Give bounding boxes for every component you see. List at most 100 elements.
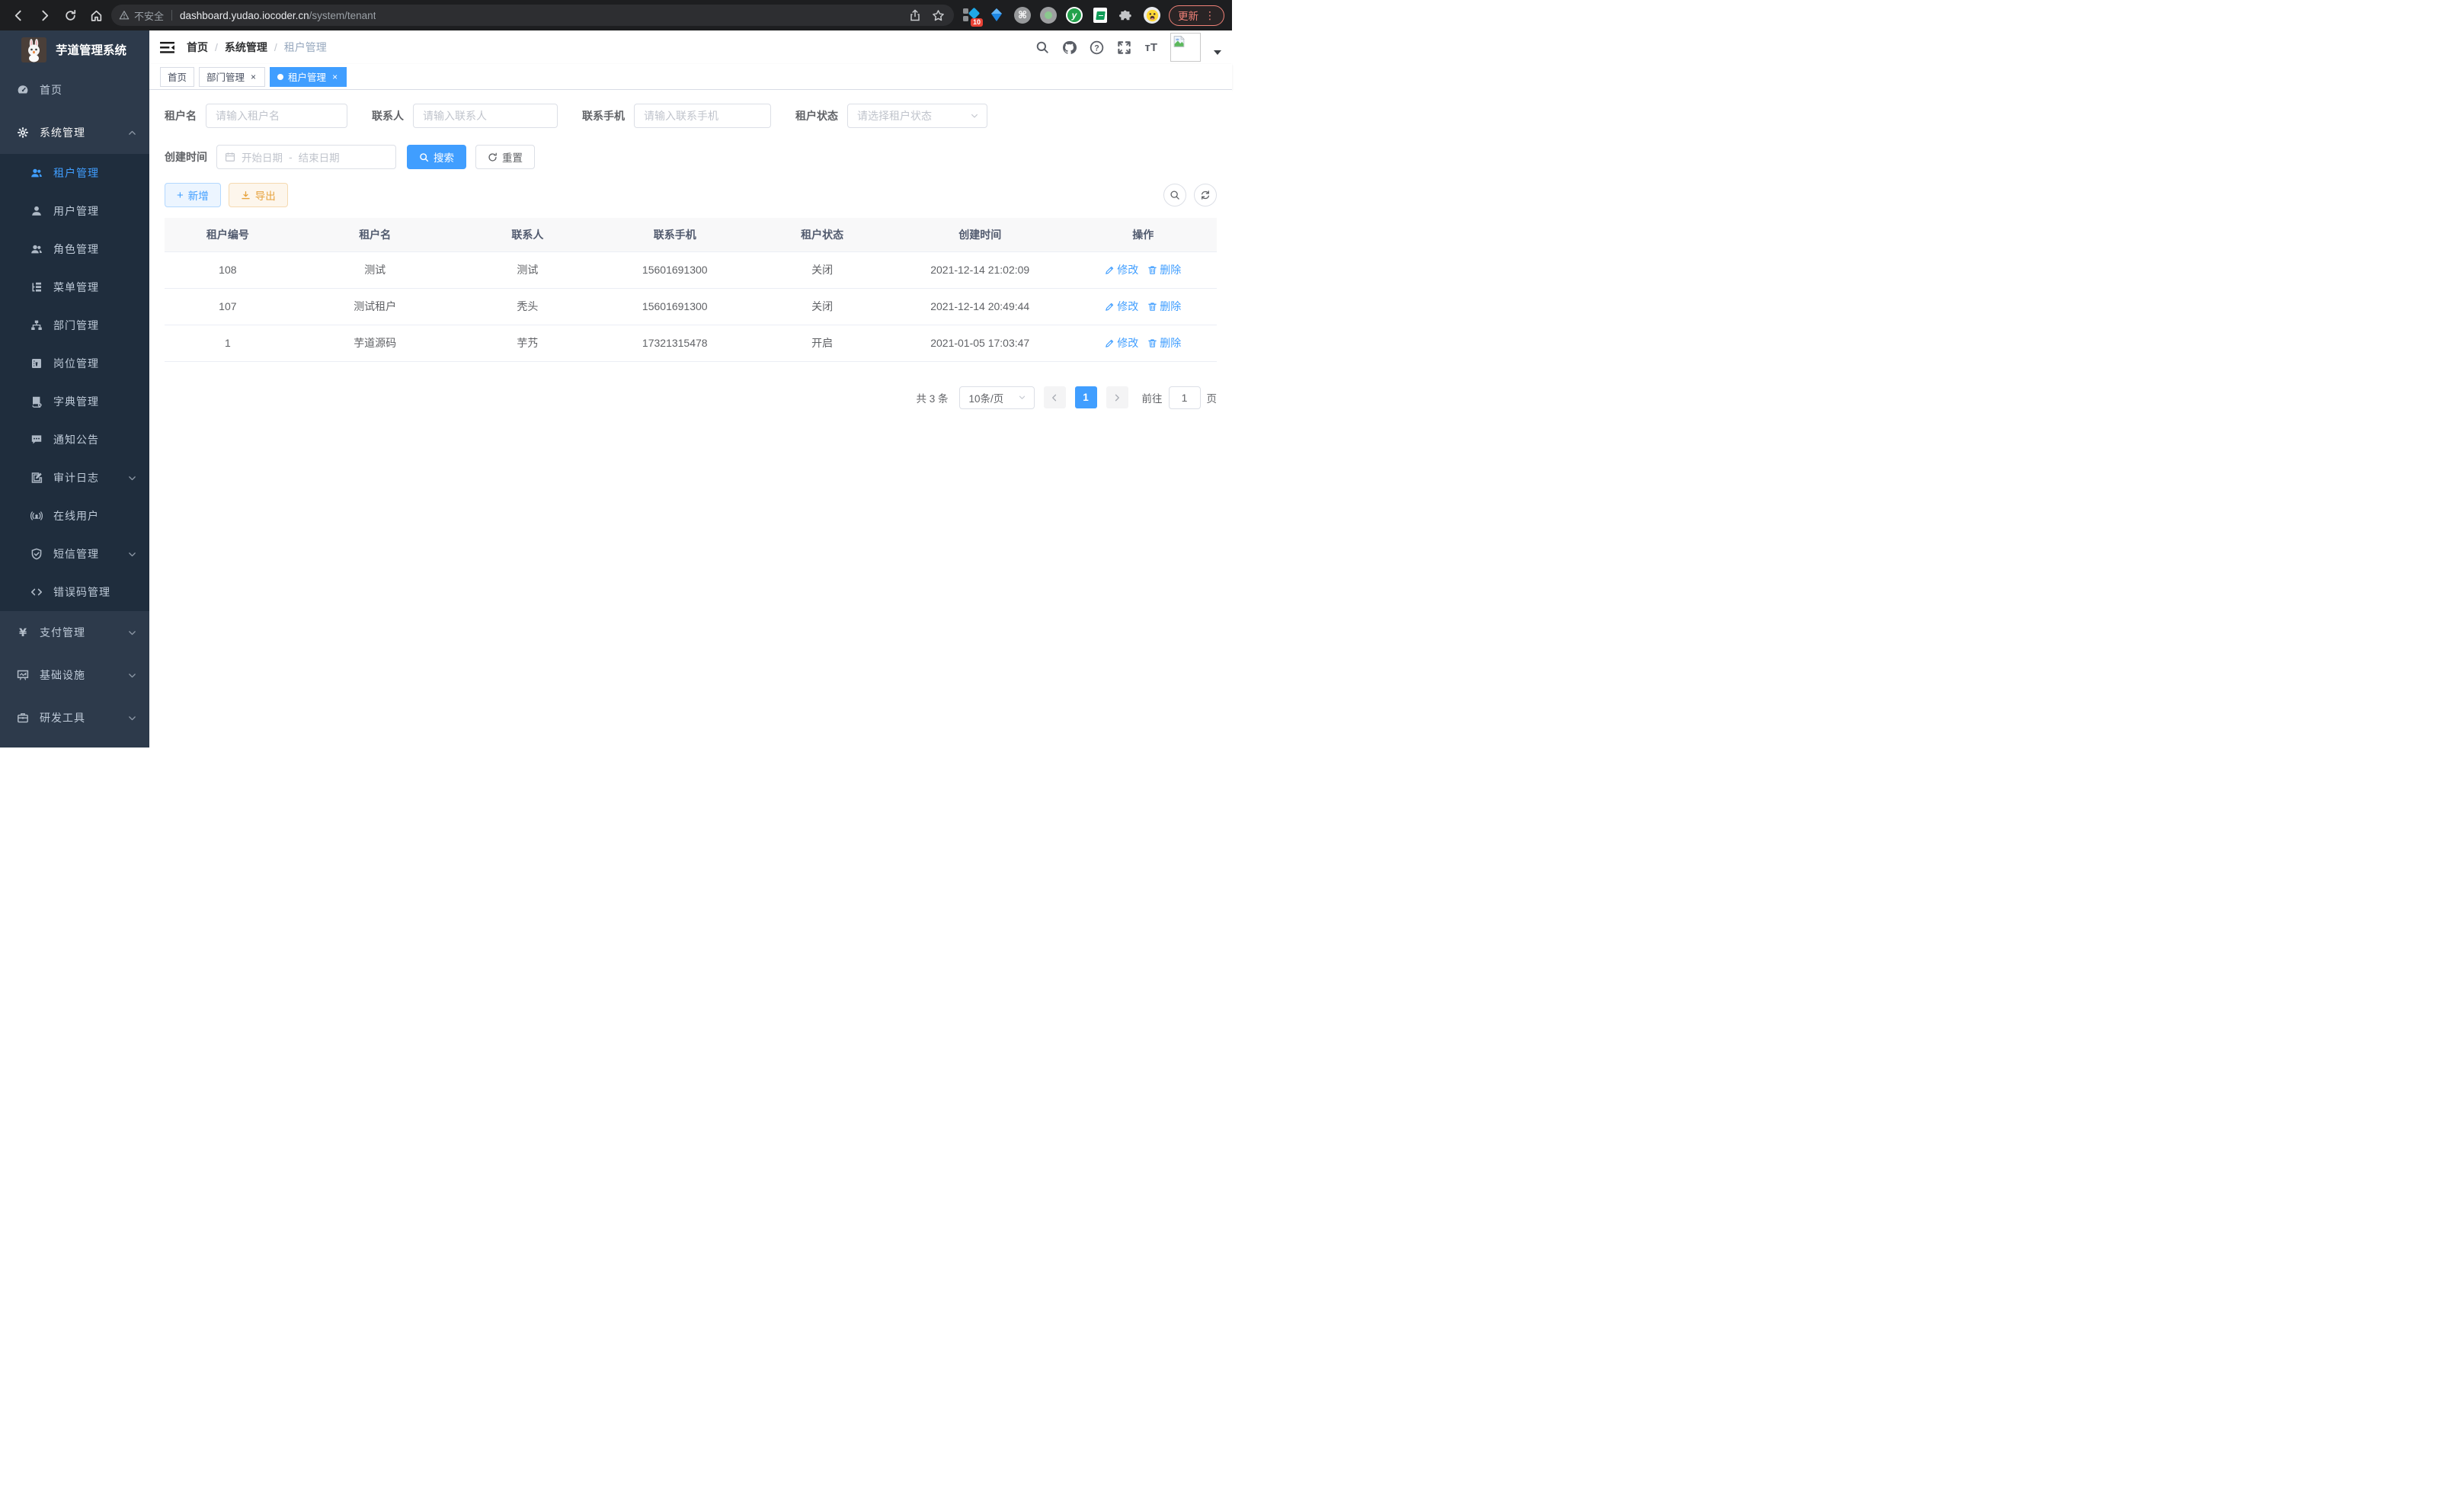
sidebar-item-system-management[interactable]: 系统管理: [0, 111, 149, 154]
table-cell: 关闭: [754, 288, 891, 325]
sidebar-item-infrastructure[interactable]: 基础设施: [0, 654, 149, 696]
sidebar-item-dev-tools[interactable]: 研发工具: [0, 696, 149, 739]
active-tab-dot: [277, 74, 283, 80]
breadcrumb-separator: /: [215, 41, 218, 53]
log-icon: [30, 472, 43, 484]
delete-link[interactable]: 删除: [1147, 262, 1181, 277]
browser-home-button[interactable]: [85, 5, 107, 26]
delete-link[interactable]: 删除: [1147, 335, 1181, 351]
address-bar[interactable]: 不安全 dashboard.yudao.iocoder.cn/system/te…: [111, 5, 954, 26]
page-number-1[interactable]: 1: [1075, 386, 1097, 408]
tenant-name-label: 租户名: [165, 108, 197, 123]
date-range-picker[interactable]: 开始日期 - 结束日期: [216, 145, 396, 169]
tenant-name-input[interactable]: [206, 104, 347, 128]
column-header: 租户编号: [165, 218, 291, 251]
sidebar-item-home[interactable]: 首页: [0, 69, 149, 111]
extension-badge: 10: [971, 18, 983, 27]
delete-link[interactable]: 删除: [1147, 299, 1181, 314]
sidebar-item-notice[interactable]: 通知公告: [0, 421, 149, 459]
breadcrumb-item[interactable]: 首页: [187, 40, 208, 55]
table-cell: 芋艿: [459, 325, 597, 361]
tab-首页[interactable]: 首页: [160, 67, 194, 87]
add-button[interactable]: + 新增: [165, 183, 221, 207]
logo-row[interactable]: 芋道管理系统: [0, 30, 149, 69]
sidebar-item-audit-log[interactable]: 审计日志: [0, 459, 149, 497]
date-separator: -: [289, 151, 293, 163]
browser-update-button[interactable]: 更新 ⋮: [1169, 5, 1224, 26]
sidebar-item-post-management[interactable]: 岗位管理: [0, 344, 149, 383]
app-title: 芋道管理系统: [56, 41, 126, 58]
trash-icon: [1147, 302, 1157, 312]
user-avatar-broken-image[interactable]: [1170, 33, 1201, 62]
sidebar-item-user-management[interactable]: 用户管理: [0, 192, 149, 230]
next-page-button[interactable]: [1106, 386, 1128, 408]
extension-pinned-squares-diamond-icon[interactable]: 10: [962, 6, 980, 24]
user-icon: [30, 205, 43, 217]
tab-部门管理[interactable]: 部门管理×: [199, 67, 265, 87]
contact-input[interactable]: [413, 104, 558, 128]
tab-租户管理[interactable]: 租户管理×: [270, 67, 347, 87]
page-size-select[interactable]: 10条/页: [959, 386, 1035, 409]
sidebar-item-role-management[interactable]: 角色管理: [0, 230, 149, 268]
breadcrumb-item[interactable]: 系统管理: [225, 40, 267, 55]
table-cell: 107: [165, 288, 291, 325]
extension-puzzle-icon[interactable]: [1117, 6, 1135, 24]
sidebar-item-dict-management[interactable]: 字典管理: [0, 383, 149, 421]
column-header: 联系手机: [596, 218, 754, 251]
fullscreen-icon[interactable]: [1117, 40, 1131, 55]
chevron-down-icon: [1018, 393, 1026, 402]
search-icon: [1170, 190, 1180, 200]
search-icon[interactable]: [1035, 40, 1049, 54]
avatar-dropdown-caret-icon[interactable]: [1214, 50, 1221, 55]
refresh-table-button[interactable]: [1194, 184, 1217, 206]
help-icon[interactable]: ?: [1090, 40, 1104, 55]
close-icon[interactable]: ×: [249, 72, 258, 82]
search-button[interactable]: 搜索: [407, 145, 466, 169]
goto-page-input[interactable]: [1169, 386, 1201, 409]
share-icon[interactable]: [909, 9, 921, 21]
browser-back-button[interactable]: [8, 5, 29, 26]
extension-emoji-avatar-icon[interactable]: [1143, 6, 1161, 24]
extension-gray-green-dot-icon[interactable]: [1039, 6, 1058, 24]
svg-text:?: ?: [1095, 43, 1100, 53]
download-icon: [241, 190, 251, 200]
browser-menu-icon[interactable]: ⋮: [1205, 9, 1215, 22]
status-select[interactable]: 请选择租户状态: [847, 104, 987, 128]
edit-link[interactable]: 修改: [1105, 299, 1138, 314]
sidebar-item-error-code-management[interactable]: 错误码管理: [0, 573, 149, 611]
extension-y-circle-icon[interactable]: y: [1065, 6, 1083, 24]
extension-command-icon[interactable]: ⌘: [1013, 6, 1032, 24]
table-cell: 测试租户: [291, 288, 459, 325]
sidebar-item-online-user[interactable]: 在线用户: [0, 497, 149, 535]
edit-link[interactable]: 修改: [1105, 262, 1138, 277]
update-label: 更新: [1178, 8, 1198, 23]
toggle-search-button[interactable]: [1163, 184, 1186, 206]
sidebar-item-pay-management[interactable]: ¥支付管理: [0, 611, 149, 654]
github-icon[interactable]: [1062, 40, 1077, 55]
url-text: dashboard.yudao.iocoder.cn/system/tenant: [180, 10, 376, 21]
close-icon[interactable]: ×: [331, 72, 339, 82]
edit-link[interactable]: 修改: [1105, 335, 1138, 351]
export-button[interactable]: 导出: [229, 183, 288, 207]
sidebar-item-menu-management[interactable]: 菜单管理: [0, 268, 149, 306]
pagination: 共 3 条 10条/页 1 前往 页: [165, 386, 1217, 409]
browser-forward-button[interactable]: [34, 5, 55, 26]
sidebar-item-dept-management[interactable]: 部门管理: [0, 306, 149, 344]
reset-button[interactable]: 重置: [475, 145, 535, 169]
table-cell: 开启: [754, 325, 891, 361]
monitor-icon: [17, 669, 29, 681]
extension-kite-icon[interactable]: [987, 6, 1006, 24]
font-size-icon[interactable]: ᴛT: [1144, 41, 1157, 54]
table-cell: 关闭: [754, 251, 891, 288]
phone-input[interactable]: [634, 104, 771, 128]
extension-green-doc-icon[interactable]: [1091, 6, 1109, 24]
browser-reload-button[interactable]: [59, 5, 81, 26]
sidebar-toggle-icon[interactable]: [160, 41, 174, 54]
bookmark-star-icon[interactable]: [932, 9, 945, 22]
sidebar-item-tenant-management[interactable]: 租户管理: [0, 154, 149, 192]
prev-page-button[interactable]: [1044, 386, 1066, 408]
table-cell: 2021-01-05 17:03:47: [891, 325, 1070, 361]
dictionary-icon: [30, 395, 43, 408]
pencil-icon: [1105, 302, 1115, 312]
sidebar-item-sms-management[interactable]: 短信管理: [0, 535, 149, 573]
